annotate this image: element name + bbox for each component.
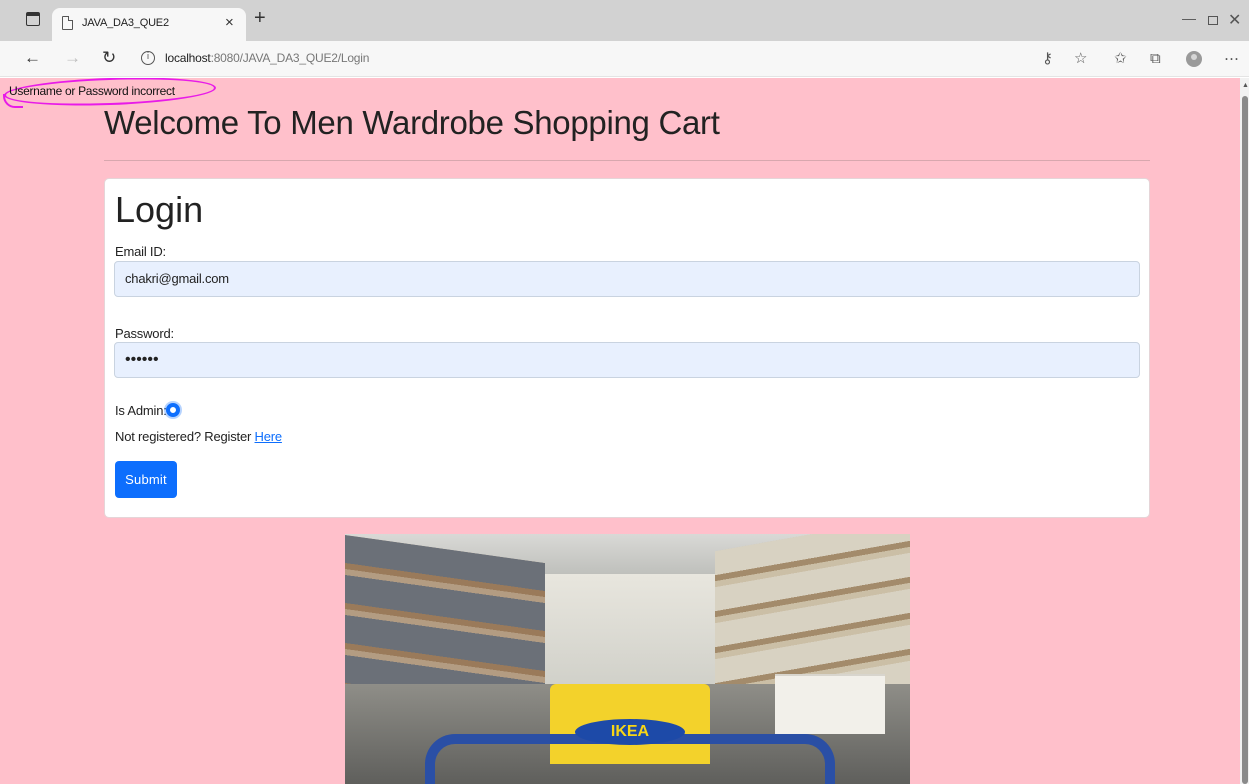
browser-tab[interactable]: JAVA_DA3_QUE2 × <box>52 8 246 41</box>
tab-close-icon[interactable]: × <box>225 14 234 31</box>
register-link[interactable]: Here <box>255 429 283 444</box>
back-arrow-icon[interactable]: ← <box>24 48 41 68</box>
favorites-icon[interactable]: ✩ <box>1114 49 1127 67</box>
password-key-icon[interactable]: ⚷ <box>1042 49 1053 67</box>
collections-icon[interactable]: ⧉ <box>1150 49 1161 67</box>
close-icon[interactable]: ✕ <box>1228 10 1241 30</box>
login-card: Login Email ID: chakri@gmail.com Passwor… <box>104 178 1150 518</box>
profile-avatar[interactable] <box>1186 51 1202 67</box>
page-viewport: Username or Password incorrect Welcome T… <box>0 78 1249 784</box>
url-field[interactable]: localhost:8080/JAVA_DA3_QUE2/Login <box>165 51 369 65</box>
forward-arrow-icon[interactable]: → <box>64 48 81 68</box>
maximize-icon[interactable] <box>1208 16 1218 25</box>
photo-logo: IKEA <box>575 719 685 745</box>
photo-aisle <box>545 574 715 694</box>
more-menu-icon[interactable]: … <box>1224 46 1239 64</box>
tab-actions-icon[interactable] <box>26 12 40 26</box>
add-favorite-icon[interactable]: ☆ <box>1074 49 1087 67</box>
email-field[interactable]: chakri@gmail.com <box>114 261 1140 297</box>
reload-icon[interactable]: ↻ <box>102 48 116 68</box>
site-info-icon[interactable]: i <box>141 51 155 65</box>
new-tab-icon[interactable]: + <box>254 8 266 28</box>
tab-title: JAVA_DA3_QUE2 <box>82 17 169 29</box>
address-bar: ← → ↻ i localhost:8080/JAVA_DA3_QUE2/Log… <box>0 41 1249 77</box>
email-label: Email ID: <box>115 244 166 259</box>
submit-button[interactable]: Submit <box>115 461 177 498</box>
is-admin-radio[interactable] <box>166 403 180 417</box>
photo-boxes <box>775 674 885 734</box>
login-title: Login <box>115 189 204 230</box>
scrollbar-thumb[interactable] <box>1242 96 1248 784</box>
register-text: Not registered? Register <box>115 429 255 444</box>
browser-tab-bar: JAVA_DA3_QUE2 × + — ✕ <box>0 0 1249 41</box>
error-message: Username or Password incorrect <box>9 84 175 98</box>
store-photo: IKEA <box>345 534 910 784</box>
is-admin-label: Is Admin: <box>115 403 167 418</box>
heading-divider <box>104 160 1150 161</box>
page-heading: Welcome To Men Wardrobe Shopping Cart <box>104 104 720 141</box>
password-label: Password: <box>115 326 174 341</box>
url-host: localhost <box>165 51 211 65</box>
register-prompt: Not registered? Register Here <box>115 429 282 444</box>
password-field[interactable]: •••••• <box>114 342 1140 378</box>
url-path: :8080/JAVA_DA3_QUE2/Login <box>210 51 370 65</box>
minimize-icon[interactable]: — <box>1182 10 1196 26</box>
page-icon <box>62 16 73 30</box>
scroll-up-icon[interactable]: ▲ <box>1242 82 1249 89</box>
